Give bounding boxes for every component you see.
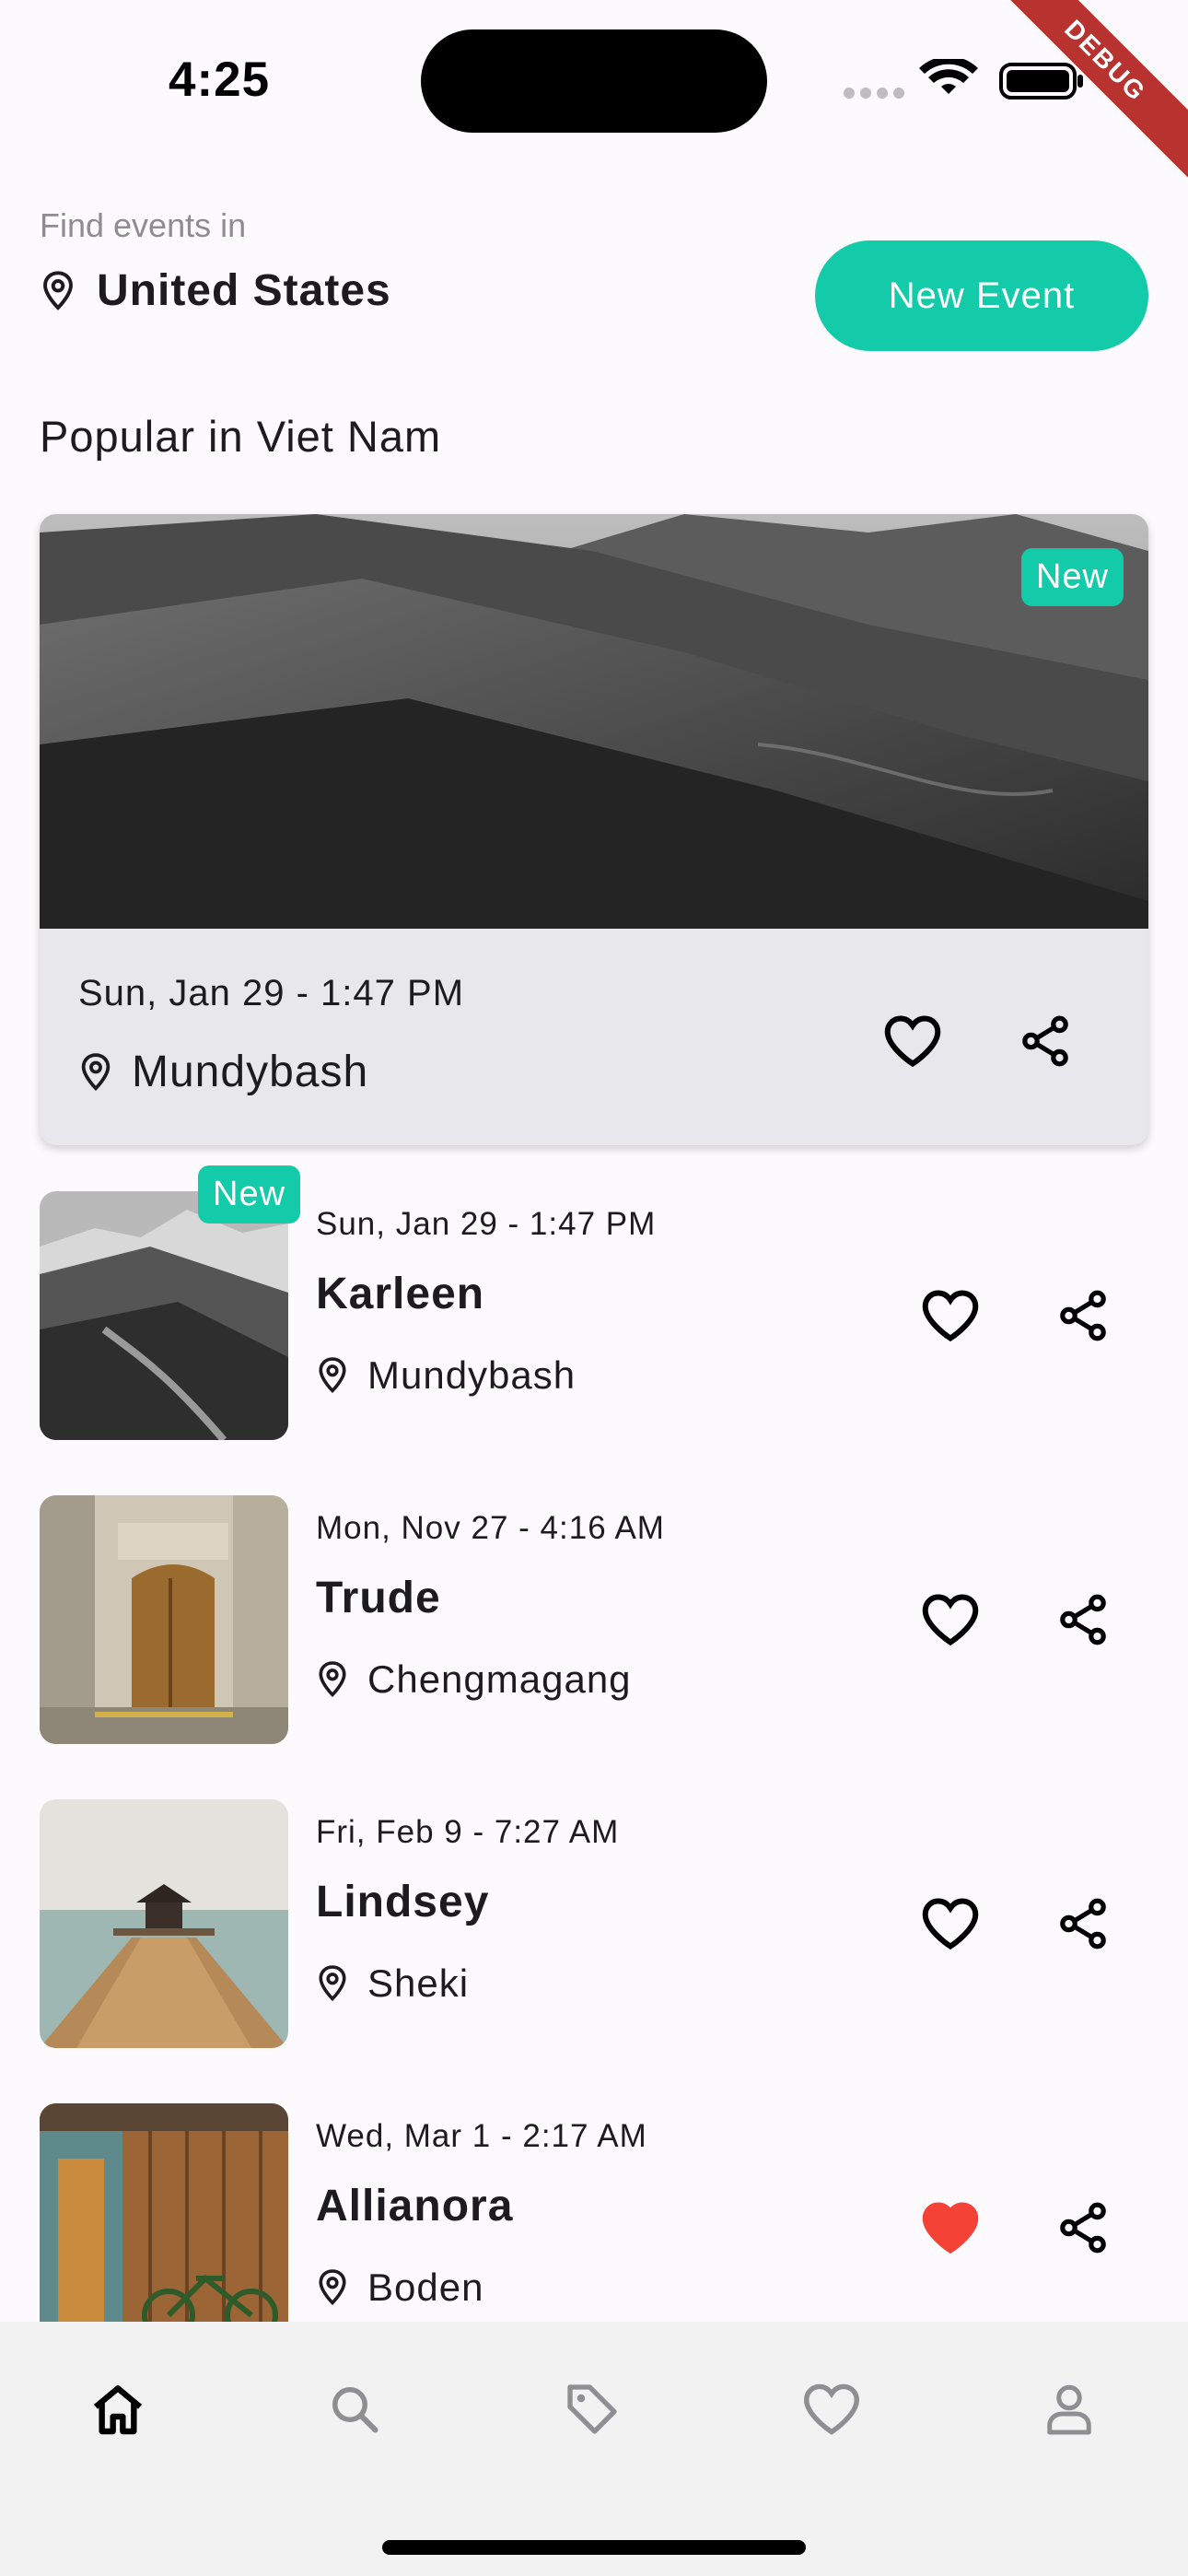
featured-event-date: Sun, Jan 29 - 1:47 PM [78, 973, 465, 1013]
favorite-button[interactable] [909, 1882, 992, 1965]
list-item[interactable]: Fri, Feb 9 - 7:27 AM Lindsey Sheki [40, 1799, 1148, 2048]
location-pin-icon [319, 2269, 346, 2306]
home-icon [93, 2385, 143, 2435]
dynamic-island [421, 29, 767, 133]
share-icon [1060, 2202, 1106, 2254]
bottom-navigation [0, 2322, 1188, 2576]
featured-event-location: Mundybash [78, 1047, 368, 1097]
status-time: 4:25 [169, 53, 271, 107]
favorite-button[interactable] [909, 2186, 992, 2269]
heart-outline-icon [922, 1290, 979, 1342]
location-pin-icon [319, 1965, 346, 2002]
nav-favorites[interactable] [776, 2359, 887, 2460]
signal-icon [844, 56, 1083, 100]
event-location-text: Mundybash [367, 1353, 577, 1397]
share-icon [1060, 1290, 1106, 1341]
favorite-button[interactable] [909, 1274, 992, 1357]
event-image [40, 2103, 288, 2352]
nav-search[interactable] [299, 2359, 410, 2460]
nav-home[interactable] [63, 2359, 173, 2460]
event-image [40, 1495, 288, 1744]
location-pin-icon [319, 1357, 346, 1394]
share-button[interactable] [1042, 1882, 1124, 1965]
search-icon [332, 2387, 379, 2433]
share-button[interactable] [1042, 1578, 1124, 1661]
new-event-button[interactable]: New Event [815, 240, 1148, 351]
country-name: United States [97, 266, 391, 315]
location-pin-icon [43, 270, 73, 310]
event-location: Sheki [316, 1961, 469, 2006]
heart-outline-icon [922, 1898, 979, 1950]
event-location-text: Boden [367, 2266, 484, 2309]
featured-event-location-text: Mundybash [132, 1048, 369, 1096]
share-button[interactable] [1042, 2186, 1124, 2269]
event-thumbnail [40, 2103, 288, 2352]
heart-filled-icon [922, 2202, 979, 2254]
share-icon [1060, 1594, 1106, 1645]
event-date: Mon, Nov 27 - 4:16 AM [316, 1510, 665, 1546]
event-date: Wed, Mar 1 - 2:17 AM [316, 2118, 647, 2154]
event-location-text: Sheki [367, 1961, 470, 2005]
list-item[interactable]: New Sun, Jan 29 - 1:47 PM Karleen Mundyb… [40, 1165, 1148, 1440]
event-title: Karleen [316, 1270, 485, 1318]
nav-profile[interactable] [1014, 2359, 1124, 2460]
event-image [40, 1799, 288, 2048]
profile-icon [1047, 2384, 1091, 2435]
new-badge: New [1020, 548, 1124, 606]
list-item[interactable]: Wed, Mar 1 - 2:17 AM Allianora Boden [40, 2103, 1148, 2352]
section-title: Popular in Viet Nam [40, 412, 442, 461]
event-date: Fri, Feb 9 - 7:27 AM [316, 1814, 620, 1850]
event-location: Chengmagang [316, 1657, 632, 1702]
featured-event-card[interactable]: New Sun, Jan 29 - 1:47 PM Mundybash [40, 514, 1148, 1145]
share-icon [1060, 1898, 1106, 1950]
share-button[interactable] [1042, 1274, 1124, 1357]
share-icon [1022, 1015, 1068, 1067]
event-location: Boden [316, 2266, 483, 2310]
home-indicator[interactable] [382, 2540, 806, 2555]
country-selector[interactable]: United States [40, 265, 391, 316]
heart-outline-icon [922, 1594, 979, 1646]
new-badge: New [198, 1165, 301, 1224]
list-item[interactable]: Mon, Nov 27 - 4:16 AM Trude Chengmagang [40, 1495, 1148, 1744]
featured-event-image [40, 514, 1148, 929]
favorite-button[interactable] [909, 1578, 992, 1661]
location-pin-icon [81, 1052, 111, 1091]
favorite-button[interactable] [871, 1000, 954, 1083]
event-thumbnail [40, 1495, 288, 1744]
status-icons [840, 56, 1089, 101]
nav-tags[interactable] [537, 2359, 647, 2460]
event-location: Mundybash [316, 1353, 576, 1398]
event-title: Allianora [316, 2182, 514, 2231]
find-events-label: Find events in [40, 206, 247, 244]
tag-icon [567, 2384, 617, 2434]
event-image [40, 1191, 288, 1440]
event-title: Trude [316, 1574, 441, 1622]
event-location-text: Chengmagang [367, 1657, 632, 1701]
event-thumbnail [40, 1191, 288, 1440]
event-thumbnail [40, 1799, 288, 2048]
event-title: Lindsey [316, 1878, 490, 1926]
event-date: Sun, Jan 29 - 1:47 PM [316, 1206, 657, 1242]
location-pin-icon [319, 1661, 346, 1698]
heart-icon [803, 2383, 860, 2435]
heart-outline-icon [884, 1015, 941, 1068]
share-button[interactable] [1004, 1000, 1087, 1083]
